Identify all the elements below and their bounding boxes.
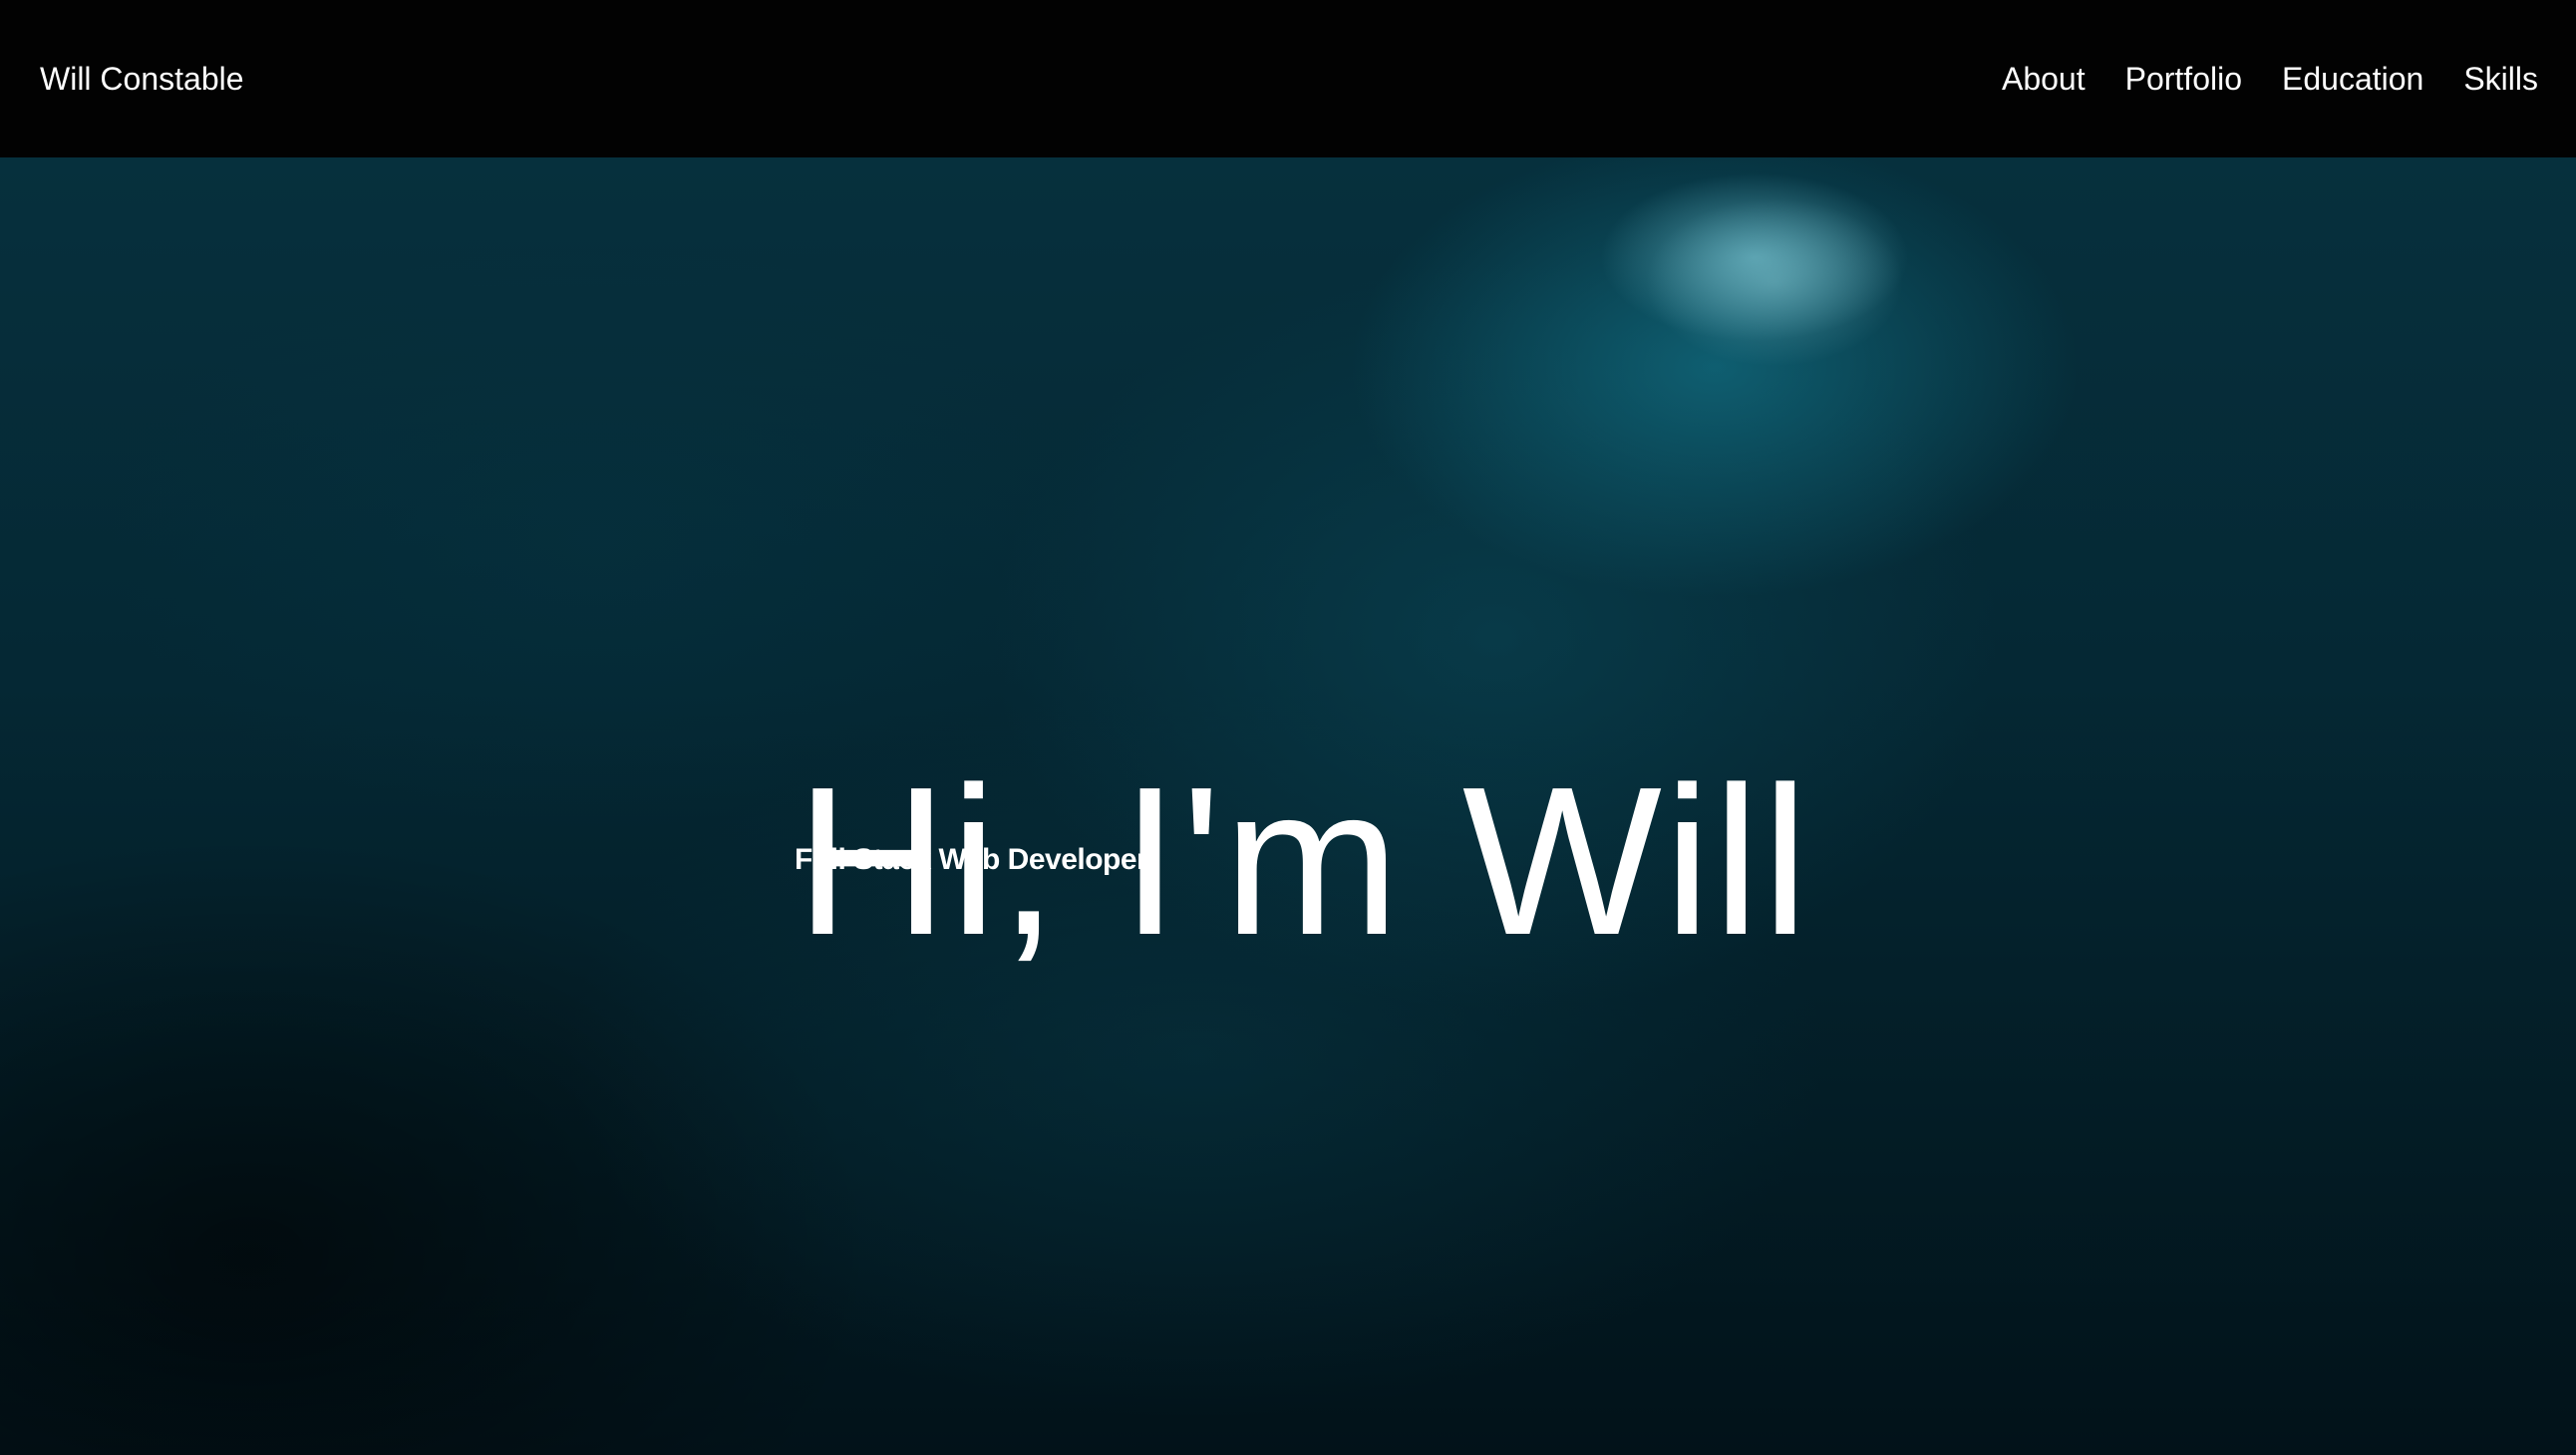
nav-link-portfolio[interactable]: Portfolio <box>2125 56 2242 102</box>
hero-subtitle: Full Stack Web Developer <box>795 843 1148 876</box>
brand-link[interactable]: Will Constable <box>40 56 244 102</box>
top-navbar: Will Constable About Portfolio Education… <box>0 0 2576 157</box>
page: Will Constable About Portfolio Education… <box>0 0 2576 1455</box>
hero-background-image <box>1645 197 1904 367</box>
nav-link-education[interactable]: Education <box>2282 56 2423 102</box>
nav-link-about[interactable]: About <box>2002 56 2086 102</box>
nav-link-skills[interactable]: Skills <box>2463 56 2538 102</box>
nav-menu: About Portfolio Education Skills <box>2002 56 2538 102</box>
